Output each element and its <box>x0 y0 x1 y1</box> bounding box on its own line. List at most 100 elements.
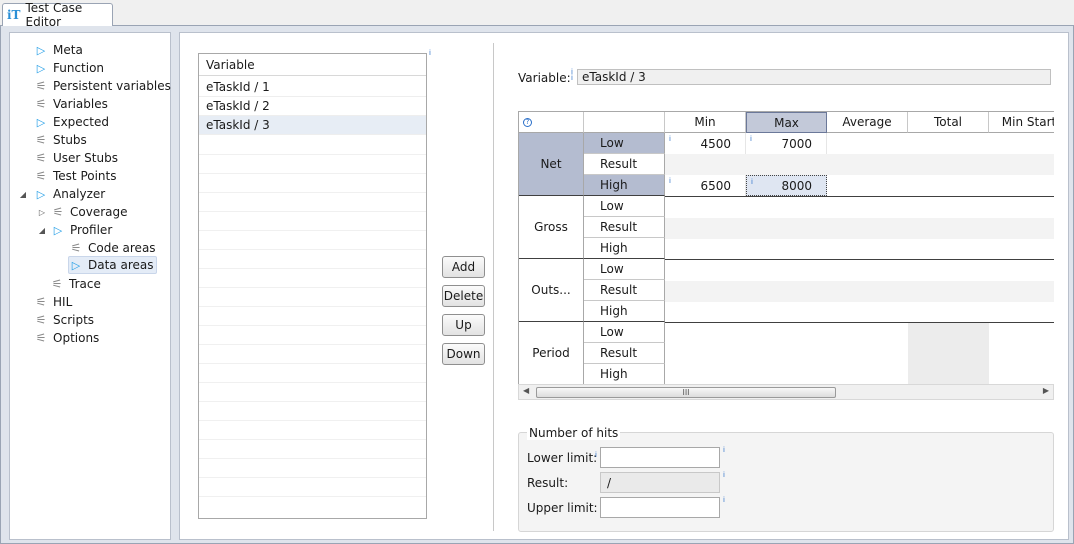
play-icon: ▷ <box>36 61 46 75</box>
collapse-arrow-icon[interactable]: ◢ <box>37 226 47 235</box>
corner-cell <box>584 112 665 133</box>
section-tree: ▷ Meta ▷ Function ⚟ Persistent variables… <box>9 32 171 540</box>
variable-list[interactable]: Variable eTaskId / 1 eTaskId / 2 eTaskId… <box>198 53 427 519</box>
statistics-table[interactable]: ? Min Max Average Total Min Start i 4500 … <box>518 111 1054 384</box>
group-gross: Gross <box>519 196 584 259</box>
sidebar-item-variables[interactable]: ⚟ Variables <box>24 95 108 113</box>
play-icon: ▷ <box>53 223 63 237</box>
corner-cell: ? <box>519 112 584 133</box>
play-icon: ▷ <box>36 115 46 129</box>
help-icon[interactable]: ? <box>523 117 532 127</box>
sidebar-item-trace[interactable]: ⚟ Trace <box>50 275 101 293</box>
cell-net-high-max[interactable]: i 8000 <box>746 175 827 196</box>
sidebar-item-code-areas[interactable]: ⚟ Code areas <box>69 239 156 257</box>
play-icon: ▷ <box>71 258 81 272</box>
sidebar-item-scripts[interactable]: ⚟ Scripts <box>24 311 94 329</box>
scrollbar-thumb[interactable]: III <box>536 387 836 398</box>
row-gross-result: Result <box>584 217 665 238</box>
info-icon: i <box>723 496 725 504</box>
number-of-hits-title: Number of hits <box>527 426 621 440</box>
wand-icon: ⚟ <box>35 313 47 327</box>
result-field: / <box>600 472 720 493</box>
wand-icon: ⚟ <box>70 241 82 255</box>
sidebar-item-meta[interactable]: ▷ Meta <box>24 41 83 59</box>
down-button[interactable]: Down <box>442 343 485 365</box>
sidebar-item-hil[interactable]: ⚟ HIL <box>24 293 73 311</box>
upper-limit-input[interactable] <box>600 497 720 518</box>
up-button[interactable]: Up <box>442 314 485 336</box>
wand-icon: ⚟ <box>35 97 47 111</box>
list-item-selected[interactable]: eTaskId / 3 <box>199 116 426 135</box>
row-outside-result: Result <box>584 280 665 301</box>
row-period-low: Low <box>584 322 665 343</box>
cell-net-low-max[interactable]: i 7000 <box>746 133 827 154</box>
expand-arrow-icon[interactable]: ▷ <box>37 208 47 217</box>
row-gross-low: Low <box>584 196 665 217</box>
info-icon: i <box>429 49 431 57</box>
sidebar-item-persistent-variables[interactable]: ⚟ Persistent variables <box>24 77 171 95</box>
row-period-high: High <box>584 364 665 384</box>
wand-icon: ⚟ <box>35 331 47 345</box>
column-header-min-start[interactable]: Min Start <box>989 112 1054 133</box>
variable-label: Variable: <box>518 71 571 85</box>
sidebar-item-function[interactable]: ▷ Function <box>24 59 104 77</box>
sidebar-item-profiler[interactable]: ◢ ▷ Profiler <box>37 221 112 239</box>
add-button[interactable]: Add <box>442 256 485 278</box>
tab-label: Test Case Editor <box>25 1 83 29</box>
row-outside-high: High <box>584 301 665 322</box>
info-icon: i <box>595 451 597 459</box>
play-icon: ▷ <box>36 187 46 201</box>
wand-icon: ⚟ <box>35 79 47 93</box>
editor-area: ▷ Meta ▷ Function ⚟ Persistent variables… <box>0 26 1074 544</box>
number-of-hits-group <box>518 432 1054 532</box>
sidebar-item-expected[interactable]: ▷ Expected <box>24 113 109 131</box>
row-net-low: Low <box>584 133 665 154</box>
table-horizontal-scrollbar[interactable]: ◀ III ▶ <box>518 384 1054 400</box>
row-net-result: Result <box>584 154 665 175</box>
play-icon: ▷ <box>36 43 46 57</box>
wand-icon: ⚟ <box>35 133 47 147</box>
row-gross-high: High <box>584 238 665 259</box>
sidebar-item-stubs[interactable]: ⚟ Stubs <box>24 131 87 149</box>
column-header-average[interactable]: Average <box>827 112 908 133</box>
sidebar-item-test-points[interactable]: ⚟ Test Points <box>24 167 117 185</box>
column-header-total[interactable]: Total <box>908 112 989 133</box>
info-icon: i <box>723 471 725 479</box>
group-net: Net <box>519 133 584 196</box>
result-label: Result: <box>527 476 569 490</box>
list-item[interactable]: eTaskId / 1 <box>199 78 426 97</box>
app-logo-icon: iT <box>7 8 21 22</box>
variable-column-header[interactable]: Variable <box>199 54 426 76</box>
wand-icon: ⚟ <box>51 277 63 291</box>
scroll-right-icon[interactable]: ▶ <box>1043 386 1049 395</box>
editor-tab-strip: iT Test Case Editor <box>0 0 1074 29</box>
cell-net-low-min[interactable]: i 4500 <box>665 133 746 154</box>
group-outside: Outs... <box>519 259 584 322</box>
list-item[interactable]: eTaskId / 2 <box>199 97 426 116</box>
panel-divider <box>493 43 494 531</box>
delete-button[interactable]: Delete <box>442 285 485 307</box>
collapse-arrow-icon[interactable]: ◢ <box>18 190 28 199</box>
scroll-left-icon[interactable]: ◀ <box>523 386 529 395</box>
sidebar-item-analyzer[interactable]: ◢ ▷ Analyzer <box>18 185 105 203</box>
row-period-result: Result <box>584 343 665 364</box>
upper-limit-label: Upper limit: <box>527 501 598 515</box>
sidebar-item-data-areas[interactable]: ▷ Data areas <box>68 256 158 274</box>
cell-net-high-min[interactable]: i 6500 <box>665 175 746 196</box>
lower-limit-label: Lower limit: <box>527 451 598 465</box>
data-areas-panel: Variable eTaskId / 1 eTaskId / 2 eTaskId… <box>179 32 1069 540</box>
info-icon: i <box>723 446 725 454</box>
wand-icon: ⚟ <box>35 295 47 309</box>
group-period: Period <box>519 322 584 384</box>
wand-icon: ⚟ <box>35 169 47 183</box>
sidebar-item-user-stubs[interactable]: ⚟ User Stubs <box>24 149 118 167</box>
column-header-max[interactable]: Max <box>746 112 827 133</box>
sidebar-item-coverage[interactable]: ▷ ⚟ Coverage <box>37 203 128 221</box>
row-outside-low: Low <box>584 259 665 280</box>
sidebar-item-options[interactable]: ⚟ Options <box>24 329 100 347</box>
tab-test-case-editor[interactable]: iT Test Case Editor <box>2 1 113 29</box>
column-header-min[interactable]: Min <box>665 112 746 133</box>
lower-limit-input[interactable] <box>600 447 720 468</box>
wand-icon: ⚟ <box>35 151 47 165</box>
variable-field: eTaskId / 3 <box>577 69 1051 85</box>
